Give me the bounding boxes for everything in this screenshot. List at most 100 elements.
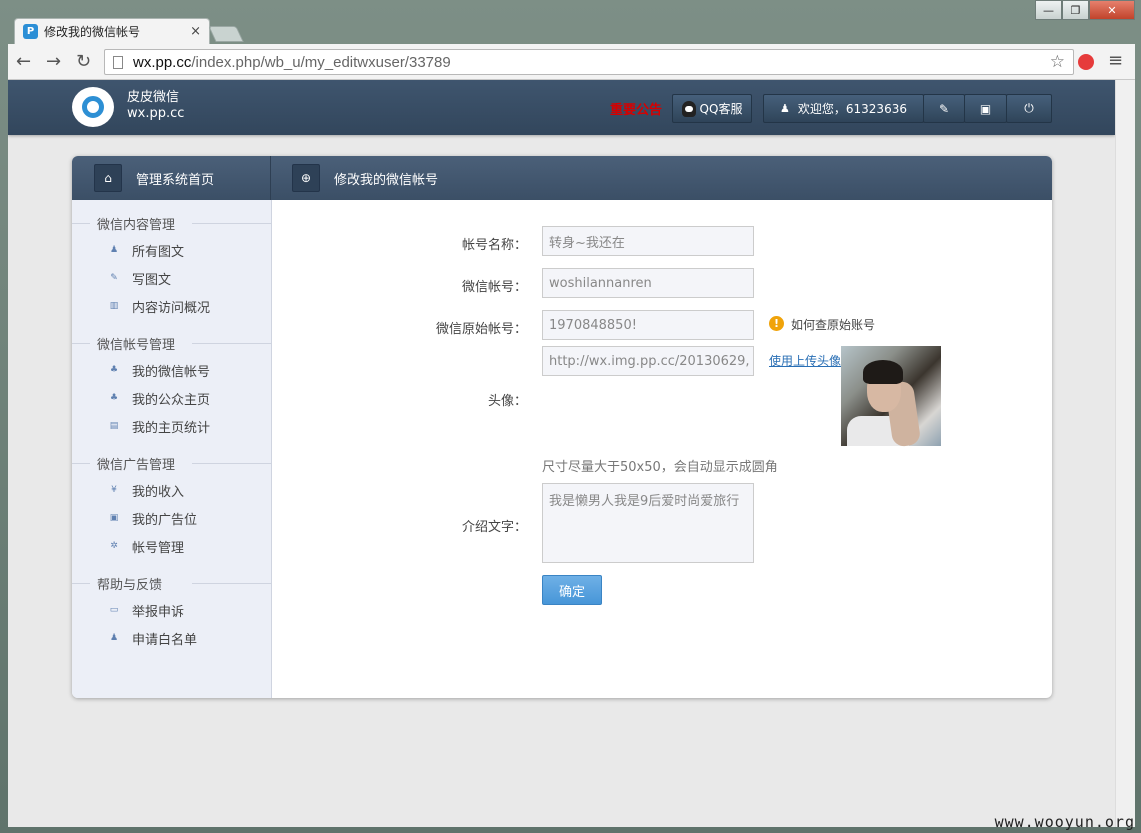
panel-header: ⌂ 管理系统首页 ⊕ 修改我的微信帐号 (72, 156, 1052, 200)
power-icon: ⏻ (1024, 101, 1034, 115)
gear-icon: ✲ (110, 541, 118, 551)
sidebar-item-label: 内容访问概况 (132, 300, 211, 316)
watermark: www.wooyun.org (994, 813, 1135, 831)
logo-name: 皮皮微信 (127, 90, 180, 105)
original-id-input[interactable]: 1970848850! (542, 310, 754, 340)
sidebar-item-account-settings[interactable]: ✲ 帐号管理 (72, 532, 271, 560)
home-link[interactable]: ⌂ 管理系统首页 (72, 156, 271, 200)
bookmark-star-icon[interactable]: ☆ (1050, 52, 1065, 72)
avatar-size-hint: 尺寸尽量大于50x50，会自动显示成圆角 (542, 460, 778, 475)
avatar-url-input[interactable]: http://wx.img.pp.cc/20130629, (542, 346, 754, 376)
url-host: wx.pp.cc (133, 53, 192, 71)
sidebar-item-label: 我的主页统计 (132, 420, 211, 436)
title-bar: P 修改我的微信帐号 × — ❐ ✕ (0, 0, 1141, 44)
window-controls: — ❐ ✕ (1035, 0, 1135, 20)
sidebar-item-label: 我的微信帐号 (132, 364, 211, 380)
home-title: 管理系统首页 (136, 172, 215, 188)
sidebar-item-label: 帐号管理 (132, 540, 185, 556)
sidebar-item-income[interactable]: ¥ 我的收入 (72, 476, 271, 504)
sidebar: 微信内容管理 ♟ 所有图文 ✎ 写图文 ▥ 内容访问概况 微信帐号管理 ♣ 我的微信帐号… (72, 200, 272, 698)
tab-title: 修改我的微信帐号 (44, 25, 141, 39)
sitemap-icon: ♣ (109, 393, 119, 403)
sidebar-group-title: 帮助与反馈 (72, 570, 271, 596)
home-icon: ⌂ (94, 164, 122, 192)
edit-account-form: 帐号名称： 转身~我还在 微信帐号： woshilannanren 微信原始帐号… (272, 200, 1052, 698)
main-panel: ⌂ 管理系统首页 ⊕ 修改我的微信帐号 微信内容管理 ♟ 所有图文 ✎ 写图文 ▥ 内… (72, 156, 1052, 698)
welcome-text: 欢迎您，61323636 (797, 102, 907, 116)
comment-icon: ▭ (109, 605, 119, 615)
sidebar-group-title: 微信广告管理 (72, 450, 271, 476)
original-id-help-link[interactable]: 如何查原始账号 (791, 316, 875, 333)
bar-chart-icon: ▥ (109, 301, 119, 311)
sidebar-item-page-stats[interactable]: ▤ 我的主页统计 (72, 412, 271, 440)
page-title: 修改我的微信帐号 (334, 172, 439, 188)
warning-icon: ! (769, 316, 784, 331)
site-logo-icon[interactable] (72, 87, 114, 127)
sidebar-item-write-post[interactable]: ✎ 写图文 (72, 264, 271, 292)
sidebar-item-label: 我的广告位 (132, 512, 198, 528)
pencil-icon: ✎ (110, 273, 118, 283)
sidebar-item-all-posts[interactable]: ♟ 所有图文 (72, 236, 271, 264)
intro-label: 介绍文字： (461, 520, 527, 535)
sidebar-item-public-page[interactable]: ♣ 我的公众主页 (72, 384, 271, 412)
avatar-image (841, 346, 941, 448)
page-icon (113, 55, 123, 69)
reload-icon[interactable]: ↻ (76, 51, 91, 72)
account-name-input[interactable]: 转身~我还在 (542, 226, 754, 256)
extension-icon[interactable] (1078, 54, 1094, 70)
page-viewport: 皮皮微信 wx.pp.cc 重要公告 QQ客服 ♟ 欢迎您，61323636 ✎… (8, 80, 1115, 827)
tab-close-icon[interactable]: × (190, 24, 201, 39)
sidebar-item-report[interactable]: ▭ 举报申诉 (72, 596, 271, 624)
browser-tab[interactable]: P 修改我的微信帐号 × (14, 18, 210, 44)
qq-icon (681, 100, 696, 117)
upload-avatar-link[interactable]: 使用上传头像 (769, 352, 841, 369)
important-notice-link[interactable]: 重要公告 (610, 99, 662, 118)
browser-menu-icon[interactable]: ≡ (1108, 50, 1123, 71)
forward-icon[interactable]: → (46, 51, 61, 72)
logo-domain: wx.pp.cc (127, 106, 185, 121)
sidebar-item-label: 写图文 (132, 272, 172, 288)
wechat-id-input[interactable]: woshilannanren (542, 268, 754, 298)
new-tab-button[interactable] (208, 26, 244, 42)
stats-icon: ▤ (109, 421, 119, 431)
back-icon[interactable]: ← (16, 51, 31, 72)
page-header: ⊕ 修改我的微信帐号 (272, 156, 438, 200)
close-window-button[interactable]: ✕ (1089, 0, 1135, 20)
disk-icon: ▣ (979, 101, 992, 116)
avatar-label: 头像： (487, 394, 527, 409)
sidebar-item-whitelist[interactable]: ♟ 申请白名单 (72, 624, 271, 652)
sidebar-item-label: 我的公众主页 (132, 392, 211, 408)
sidebar-item-label: 举报申诉 (132, 604, 185, 620)
url-path: /index.php/wb_u/my_editwxuser/33789 (191, 53, 451, 71)
user-icon: ♟ (109, 245, 119, 255)
browser-toolbar: ← → ↻ wx.pp.cc/index.php/wb_u/my_editwxu… (8, 44, 1135, 80)
submit-button[interactable]: 确定 (542, 575, 602, 605)
address-bar[interactable]: wx.pp.cc/index.php/wb_u/my_editwxuser/33… (104, 49, 1074, 75)
sidebar-item-label: 申请白名单 (132, 632, 198, 648)
sidebar-group-title: 微信帐号管理 (72, 330, 271, 356)
qq-service-button[interactable]: QQ客服 (672, 94, 752, 123)
ad-slot-icon: ▣ (109, 513, 119, 523)
save-button[interactable]: ▣ (964, 94, 1007, 123)
browser-window: P 修改我的微信帐号 × — ❐ ✕ ← → ↻ wx.pp.cc/index.… (0, 0, 1141, 833)
intro-textarea[interactable]: 我是懒男人我是9后爱时尚爱旅行 (542, 483, 754, 563)
minimize-button[interactable]: — (1035, 0, 1062, 20)
user-icon: ♟ (780, 102, 790, 115)
sidebar-item-my-accounts[interactable]: ♣ 我的微信帐号 (72, 356, 271, 384)
sidebar-item-ad-slots[interactable]: ▣ 我的广告位 (72, 504, 271, 532)
sidebar-group-title: 微信内容管理 (72, 210, 271, 236)
edit-profile-button[interactable]: ✎ (923, 94, 965, 123)
user-welcome-button[interactable]: ♟ 欢迎您，61323636 (763, 94, 924, 123)
site-favicon-icon: P (23, 24, 38, 39)
account-name-label: 帐号名称： (461, 238, 527, 253)
logout-button[interactable]: ⏻ (1006, 94, 1052, 123)
sidebar-item-label: 所有图文 (132, 244, 185, 260)
site-logo-text[interactable]: 皮皮微信 wx.pp.cc (127, 90, 184, 122)
sidebar-item-label: 我的收入 (132, 484, 185, 500)
wechat-id-label: 微信帐号： (461, 280, 527, 295)
original-id-label: 微信原始帐号： (435, 322, 527, 337)
maximize-button[interactable]: ❐ (1062, 0, 1089, 20)
page-plus-icon: ⊕ (292, 164, 320, 192)
sidebar-item-visit-overview[interactable]: ▥ 内容访问概况 (72, 292, 271, 320)
page-scrollbar[interactable] (1115, 80, 1135, 827)
